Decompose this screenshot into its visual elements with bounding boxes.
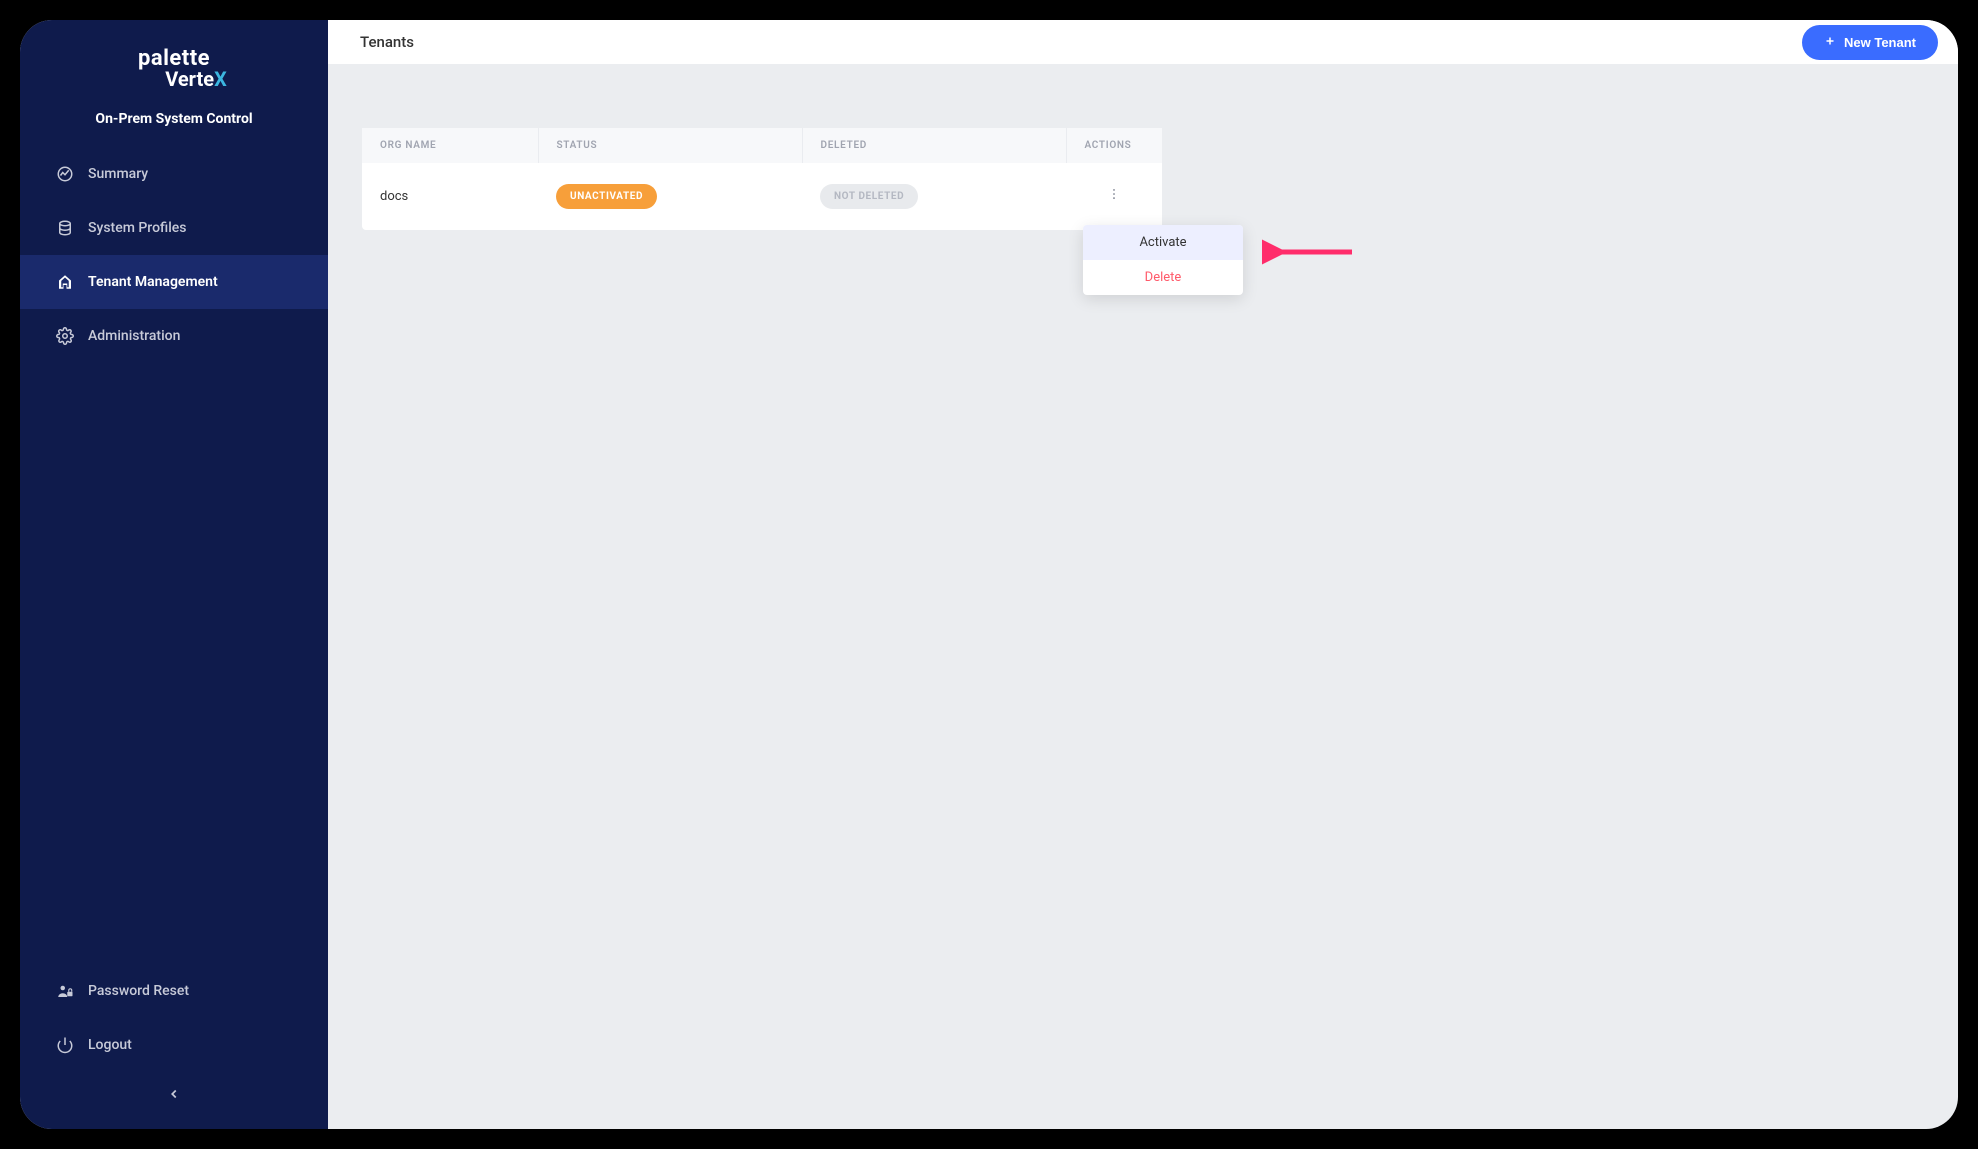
sidebar-bottom: Password Reset Logout [20,964,328,1129]
content-area: ORG NAME STATUS DELETED ACTIONS docs UNA… [328,64,1958,1129]
tenants-table: ORG NAME STATUS DELETED ACTIONS docs UNA… [362,128,1162,230]
sidebar-item-summary[interactable]: Summary [20,147,328,201]
sidebar-item-administration[interactable]: Administration [20,309,328,363]
plus-icon [1824,35,1836,50]
logo-sub: VerteX [121,67,227,91]
new-tenant-button[interactable]: New Tenant [1802,25,1938,60]
annotation-arrow [1262,237,1362,271]
sidebar-item-label: Administration [88,328,180,344]
table-header-row: ORG NAME STATUS DELETED ACTIONS [362,128,1162,163]
sidebar-item-label: Password Reset [88,983,189,999]
col-status[interactable]: STATUS [538,128,802,163]
nav-section: Summary System Profiles Tenant Managemen… [20,147,328,964]
col-actions: ACTIONS [1066,128,1162,163]
table-row: docs UNACTIVATED NOT DELETED [362,163,1162,230]
sidebar-item-password-reset[interactable]: Password Reset [20,964,328,1018]
power-icon [56,1036,74,1054]
sidebar-subtitle: On-Prem System Control [20,101,328,147]
building-icon [56,273,74,291]
app-window: palette VerteX On-Prem System Control Su… [20,20,1958,1129]
sidebar-item-label: System Profiles [88,220,186,236]
lock-person-icon [56,982,74,1000]
header: Tenants New Tenant [328,20,1958,64]
cell-deleted: NOT DELETED [802,163,1066,230]
col-deleted[interactable]: DELETED [802,128,1066,163]
main: Tenants New Tenant ORG NAME STATUS DELET… [328,20,1958,1129]
dropdown-item-activate[interactable]: Activate [1083,225,1243,260]
col-org-name[interactable]: ORG NAME [362,128,538,163]
page-title: Tenants [360,33,414,51]
stats-circle-icon [56,165,74,183]
deleted-badge: NOT DELETED [820,184,918,209]
actions-dropdown: Activate Delete [1083,225,1243,295]
new-tenant-label: New Tenant [1844,35,1916,50]
dots-vertical-icon [1107,188,1121,205]
cell-org-name: docs [362,163,538,230]
row-actions-button[interactable] [1097,181,1131,212]
sidebar-item-label: Summary [88,166,148,182]
sidebar-collapse-toggle[interactable] [20,1072,328,1119]
logo: palette VerteX [20,20,328,101]
cell-status: UNACTIVATED [538,163,802,230]
sidebar-item-logout[interactable]: Logout [20,1018,328,1072]
cell-actions: Activate Delete [1066,163,1162,230]
sidebar-item-label: Logout [88,1037,132,1053]
sidebar: palette VerteX On-Prem System Control Su… [20,20,328,1129]
dropdown-item-delete[interactable]: Delete [1083,260,1243,295]
layers-icon [56,219,74,237]
sidebar-item-label: Tenant Management [88,274,218,290]
sidebar-item-tenant-management[interactable]: Tenant Management [20,255,328,309]
status-badge: UNACTIVATED [556,184,657,209]
gear-icon [56,327,74,345]
sidebar-item-system-profiles[interactable]: System Profiles [20,201,328,255]
